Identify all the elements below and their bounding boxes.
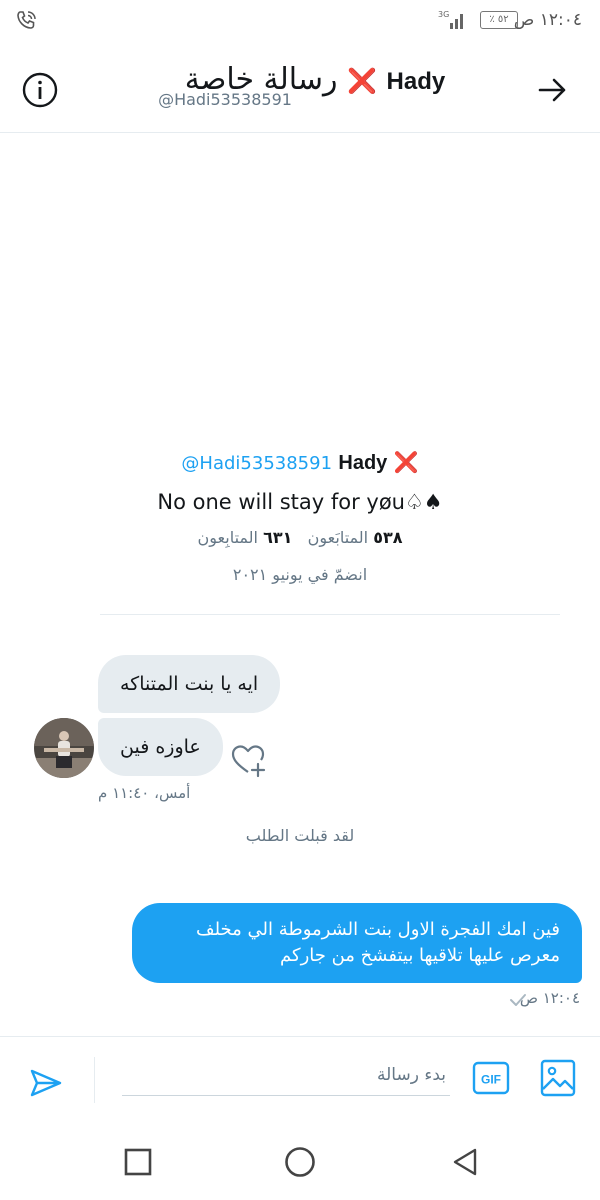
profile-bio: No one will stay for yøu♤♠: [157, 490, 443, 514]
cross-emoji-icon: ❌: [347, 67, 377, 95]
outgoing-message[interactable]: فين امك الفجرة الاول بنت الشرموطة الي مخ…: [132, 903, 582, 983]
battery-indicator: ٥٢ ٪: [480, 11, 518, 29]
recents-icon[interactable]: [124, 1148, 152, 1176]
info-icon[interactable]: [20, 70, 60, 110]
gif-label: GIF: [481, 1073, 501, 1087]
incoming-message[interactable]: عاوزه فين: [98, 718, 223, 776]
avatar[interactable]: [34, 718, 94, 778]
profile-name-row[interactable]: @Hadi53538591 Hady ❌: [0, 450, 600, 475]
outgoing-timestamp: ١٢:٠٤ ص: [519, 989, 580, 1007]
status-bar: 3G ٥٢ ٪ ١٢:٠٤ ص: [0, 0, 600, 42]
profile-name: Hady: [338, 452, 388, 474]
nav-back-icon[interactable]: [450, 1146, 480, 1178]
home-icon[interactable]: [284, 1146, 316, 1178]
wifi-call-icon: [17, 11, 36, 29]
incoming-message[interactable]: ايه يا بنت المتناكه: [98, 655, 281, 713]
composer-divider: [94, 1057, 95, 1103]
follow-counts: ٥٣٨ المتابَعون ٦٣١ المتابِعون: [0, 528, 600, 547]
header-handle: @Hadi53538591: [158, 90, 292, 109]
incoming-timestamp: أمس، ١١:٤٠ م: [98, 784, 191, 802]
conversation-header: Hady ❌ رسالة خاصة @Hadi53538591: [0, 42, 600, 133]
message-composer: GIF: [0, 1036, 600, 1127]
signal-icon: 3G: [438, 10, 463, 29]
image-icon[interactable]: [540, 1059, 576, 1097]
joined-date: انضمّ في يونيو ٢٠٢١: [232, 565, 368, 584]
header-name: Hady: [386, 68, 446, 95]
followers-count: ٦٣١: [263, 528, 293, 547]
followers-label: المتابِعون: [197, 528, 258, 547]
message-input[interactable]: [122, 1055, 450, 1096]
following-label: المتابَعون: [307, 528, 369, 547]
divider: [100, 614, 560, 615]
following-count: ٥٣٨: [373, 528, 403, 547]
heart-add-icon[interactable]: [228, 740, 268, 780]
avatar-image: [34, 718, 94, 778]
send-icon[interactable]: [28, 1065, 64, 1101]
gif-icon[interactable]: GIF: [472, 1061, 510, 1095]
clock: ١٢:٠٤ ص: [513, 10, 582, 30]
cross-emoji-icon: ❌: [393, 450, 419, 474]
request-accepted-notice: لقد قبلت الطلب: [245, 826, 355, 845]
back-arrow-icon[interactable]: [534, 72, 570, 108]
network-type: 3G: [438, 10, 449, 19]
system-nav-bar: [0, 1126, 600, 1200]
profile-handle: @Hadi53538591: [181, 453, 333, 474]
